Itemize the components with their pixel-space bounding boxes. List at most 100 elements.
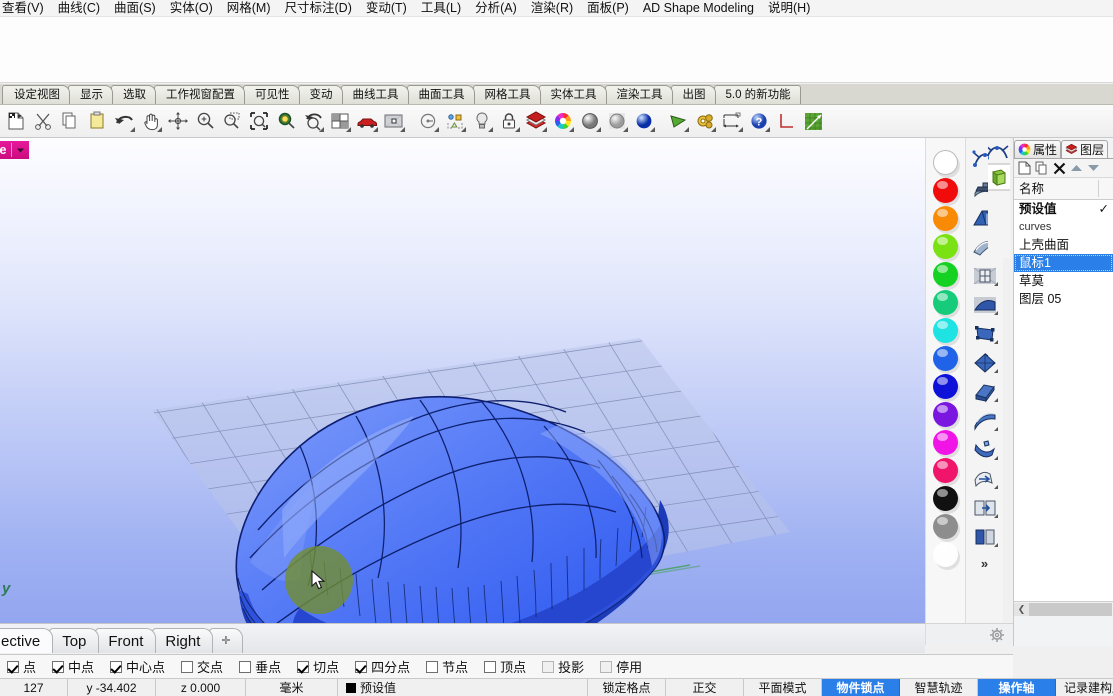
- fillet-surface-icon[interactable]: [970, 523, 1000, 550]
- osnap-item-10[interactable]: 停用: [600, 657, 642, 676]
- color-swatch-gray[interactable]: [933, 514, 958, 539]
- color-swatch-violet[interactable]: [933, 402, 958, 427]
- osnap-checkbox[interactable]: [600, 660, 613, 673]
- cut-scissors-icon[interactable]: [30, 108, 55, 134]
- pan-hand-icon[interactable]: [138, 108, 163, 134]
- blend-surface-icon[interactable]: [970, 494, 1000, 521]
- surface-edge-curves-icon[interactable]: [970, 349, 1000, 376]
- toolbar-tab-8[interactable]: 网格工具: [472, 85, 541, 104]
- toolbar-tab-3[interactable]: 工作视窗配置: [154, 85, 245, 104]
- move-up-button[interactable]: [1070, 163, 1083, 173]
- status-units[interactable]: 毫米: [246, 679, 338, 696]
- color-swatch-orange[interactable]: [933, 206, 958, 231]
- toolbar-tab-9[interactable]: 实体工具: [538, 85, 607, 104]
- render-car-icon[interactable]: [354, 108, 379, 134]
- gears-icon[interactable]: [692, 108, 717, 134]
- status-cell-4[interactable]: 智慧轨迹: [900, 679, 978, 696]
- scroll-left-arrow[interactable]: ❮: [1014, 602, 1029, 616]
- osnap-checkbox[interactable]: [239, 660, 252, 673]
- color-swatch-pink[interactable]: [933, 458, 958, 483]
- osnap-checkbox[interactable]: [355, 660, 368, 673]
- layer-row-1[interactable]: curves: [1014, 218, 1113, 236]
- status-cell-5[interactable]: 操作轴: [978, 679, 1056, 696]
- dimension-icon[interactable]: [719, 108, 744, 134]
- menu-item-1[interactable]: 曲线(C): [51, 0, 107, 17]
- osnap-checkbox[interactable]: [181, 660, 194, 673]
- viewport-title-label[interactable]: ctive: [0, 141, 29, 159]
- toolbar-tab-6[interactable]: 曲线工具: [340, 85, 409, 104]
- color-wheel-icon[interactable]: [550, 108, 575, 134]
- named-position-icon[interactable]: [442, 108, 467, 134]
- toolbar-tab-5[interactable]: 变动: [297, 85, 343, 104]
- grid-green-icon[interactable]: [800, 108, 825, 134]
- zoom-previous-icon[interactable]: [300, 108, 325, 134]
- layer-row-5[interactable]: 图层 05: [1014, 290, 1113, 308]
- viewport-tab-2[interactable]: Front: [95, 628, 157, 653]
- color-swatch-black[interactable]: [933, 486, 958, 511]
- color-swatch-cyan[interactable]: [933, 318, 958, 343]
- layer-row-3[interactable]: 鼠标1: [1014, 254, 1113, 272]
- menu-item-0[interactable]: 查看(V): [0, 0, 51, 17]
- rail-revolve-icon[interactable]: [970, 465, 1000, 492]
- status-cell-0[interactable]: 锁定格点: [588, 679, 666, 696]
- menu-item-12[interactable]: 说明(H): [761, 0, 817, 17]
- menu-item-2[interactable]: 曲面(S): [107, 0, 163, 17]
- help-question-icon[interactable]: ?: [746, 108, 771, 134]
- color-swatch-magenta[interactable]: [933, 430, 958, 455]
- history-circle-icon[interactable]: [415, 108, 440, 134]
- gear-icon[interactable]: [989, 627, 1005, 643]
- osnap-checkbox[interactable]: [484, 660, 497, 673]
- zoom-in-icon[interactable]: [192, 108, 217, 134]
- status-cell-6[interactable]: 记录建构历史: [1056, 679, 1113, 696]
- new-layer-button[interactable]: [1018, 161, 1031, 175]
- new-file-icon[interactable]: [3, 108, 28, 134]
- toolbar-tab-4[interactable]: 可见性: [243, 85, 300, 104]
- light-bulb-icon[interactable]: [469, 108, 494, 134]
- osnap-item-3[interactable]: 交点: [181, 657, 223, 676]
- osnap-checkbox[interactable]: [426, 660, 439, 673]
- osnap-item-6[interactable]: 四分点: [355, 657, 410, 676]
- color-swatch-white[interactable]: [933, 542, 958, 567]
- toolbar-tab-11[interactable]: 出图: [670, 85, 716, 104]
- osnap-item-8[interactable]: 顶点: [484, 657, 526, 676]
- color-swatch-green[interactable]: [933, 262, 958, 287]
- move-down-button[interactable]: [1087, 163, 1100, 173]
- scroll-thumb[interactable]: [1029, 602, 1112, 616]
- layer-horizontal-scrollbar[interactable]: ❮: [1014, 601, 1113, 616]
- zoom-selected-icon[interactable]: [273, 108, 298, 134]
- menu-item-8[interactable]: 分析(A): [468, 0, 524, 17]
- osnap-item-5[interactable]: 切点: [297, 657, 339, 676]
- menu-item-11[interactable]: AD Shape Modeling: [636, 0, 761, 17]
- duplicate-layer-button[interactable]: [1035, 161, 1049, 175]
- tab-layers[interactable]: 图层: [1061, 140, 1109, 158]
- toolbar-tab-0[interactable]: 设定视图: [2, 85, 70, 104]
- osnap-item-2[interactable]: 中心点: [110, 657, 165, 676]
- osnap-item-0[interactable]: 点: [7, 657, 36, 676]
- toolbar-tab-10[interactable]: 渲染工具: [604, 85, 673, 104]
- camera-cone-icon[interactable]: [665, 108, 690, 134]
- patch-surface-icon[interactable]: [970, 262, 1000, 289]
- color-swatch-blue[interactable]: [933, 374, 958, 399]
- color-swatch-yellow-green[interactable]: [933, 234, 958, 259]
- zoom-extents-icon[interactable]: [246, 108, 271, 134]
- toolcolumn-overflow-chevron[interactable]: »: [981, 556, 988, 571]
- paste-clipboard-icon[interactable]: [84, 108, 109, 134]
- surface-from-planar-icon[interactable]: [970, 378, 1000, 405]
- perspective-viewport[interactable]: ctive y: [0, 138, 925, 623]
- menu-item-10[interactable]: 面板(P): [580, 0, 636, 17]
- network-surface-icon[interactable]: [970, 291, 1000, 318]
- color-swatch-white-outline[interactable]: [933, 150, 958, 175]
- lock-icon[interactable]: [496, 108, 521, 134]
- undo-arrow-icon[interactable]: [111, 108, 136, 134]
- menu-item-6[interactable]: 变动(T): [359, 0, 414, 17]
- viewport-tab-0[interactable]: ective: [0, 628, 54, 653]
- axis-cplane-icon[interactable]: [773, 108, 798, 134]
- menu-item-9[interactable]: 渲染(R): [524, 0, 580, 17]
- toolbar-tab-12[interactable]: 5.0 的新功能: [713, 85, 801, 104]
- rendered-sphere-icon[interactable]: [631, 108, 656, 134]
- rotate-view-icon[interactable]: [165, 108, 190, 134]
- color-swatch-azure[interactable]: [933, 346, 958, 371]
- shaded-sphere-icon[interactable]: [577, 108, 602, 134]
- osnap-item-1[interactable]: 中点: [52, 657, 94, 676]
- layer-row-2[interactable]: 上壳曲面: [1014, 236, 1113, 254]
